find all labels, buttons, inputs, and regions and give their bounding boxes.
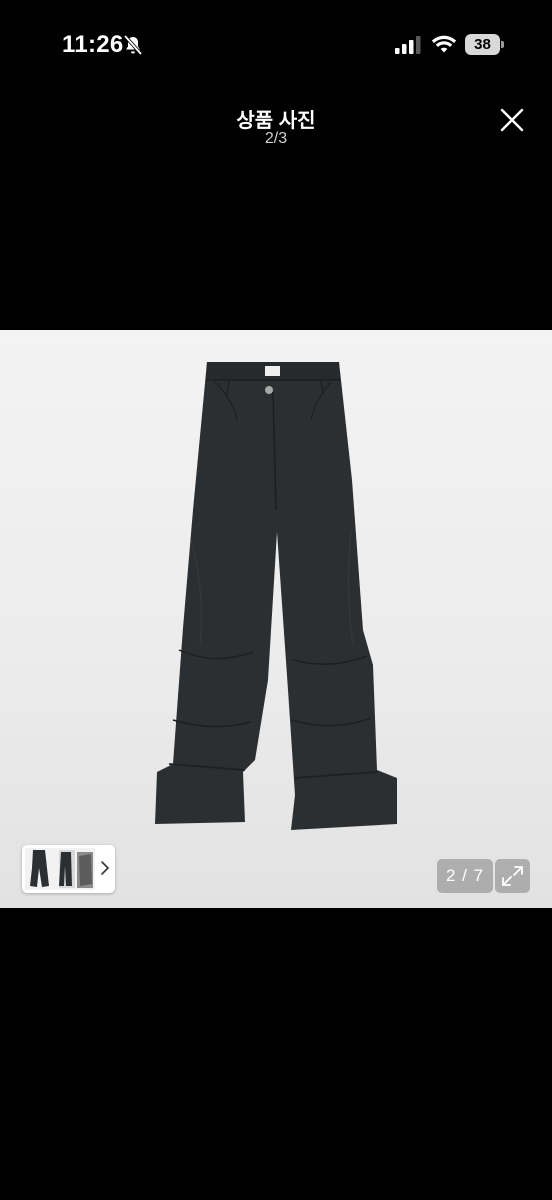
battery-level: 38: [474, 36, 491, 53]
expand-icon: [502, 866, 523, 886]
expand-button[interactable]: [495, 859, 530, 893]
pants-image: [155, 362, 397, 830]
status-time: 11:26: [62, 31, 124, 58]
chevron-right-icon: [101, 861, 110, 875]
page-indicator: 2/3: [264, 130, 288, 147]
page-title: 상품 사진: [236, 110, 316, 132]
bell-slash-icon: [123, 34, 143, 56]
battery-icon: 38: [465, 34, 505, 55]
thumbnail-images: [25, 848, 95, 890]
status-bar: 11:26 38: [0, 0, 552, 90]
wifi-icon: [431, 35, 457, 53]
viewer-header: 상품 사진 2/3: [0, 98, 552, 158]
cellular-signal-icon: [395, 36, 421, 54]
thumbnail-strip[interactable]: [22, 845, 115, 893]
close-icon[interactable]: [498, 106, 526, 134]
product-photo[interactable]: 2 / 7: [0, 330, 552, 908]
image-counter: 2 / 7: [437, 859, 493, 893]
